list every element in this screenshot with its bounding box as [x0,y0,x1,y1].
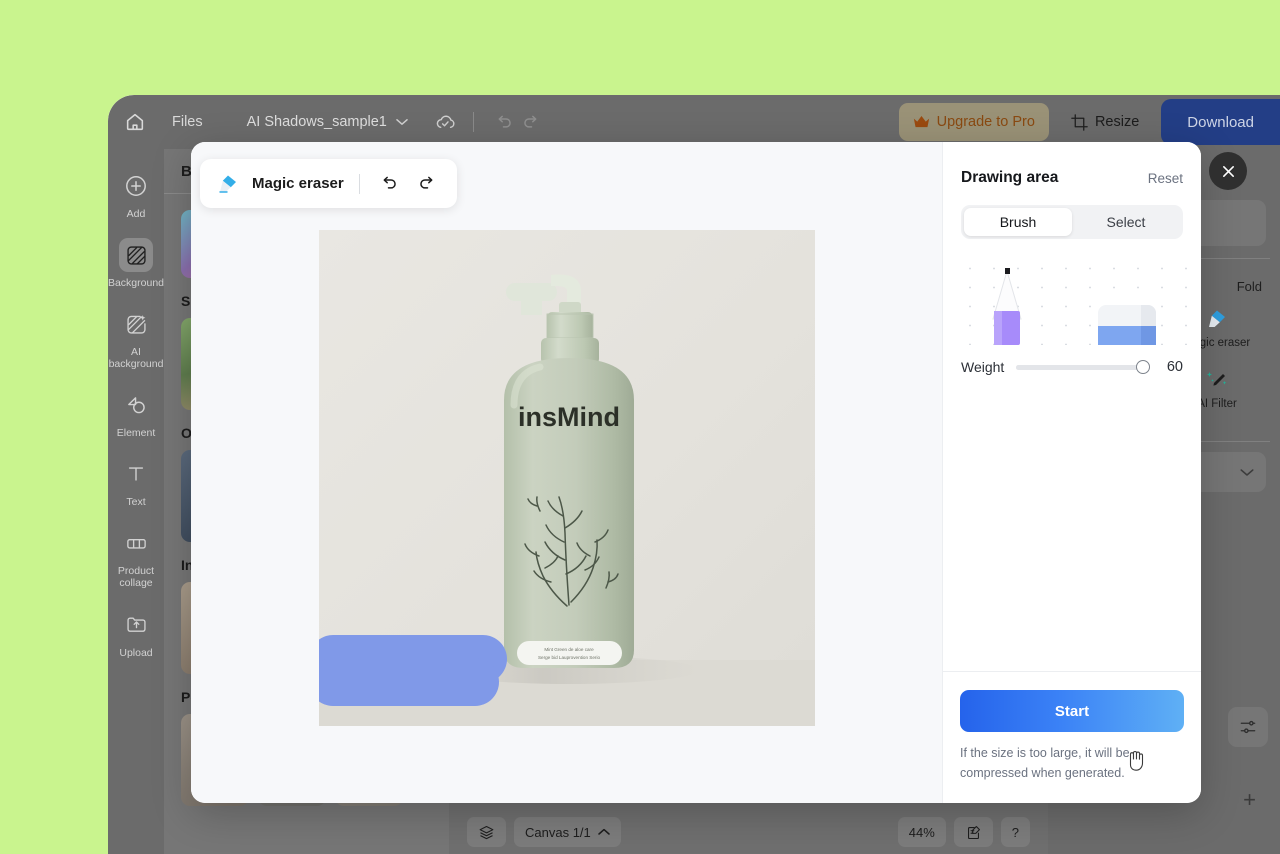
help-label: ? [1011,824,1019,840]
sidebar-label: Product collage [117,565,155,590]
slider-thumb[interactable] [1136,360,1150,374]
cloud-check-icon[interactable] [434,111,457,134]
sidebar-label: Add [126,208,146,220]
label-line-1: Mint Green de aloe care [544,647,594,652]
label-line-2: Serge bid Lauprovention Serio [538,655,601,660]
hatch-sparkle-icon [119,307,153,341]
tool-label: AI Filter [1197,397,1237,410]
file-name-label[interactable]: AI Shadows_sample1 [247,114,387,130]
magic-eraser-toolbar: Magic eraser [200,159,457,208]
start-note: If the size is too large, it will be com… [960,746,1130,780]
sidebar-label: Background [108,277,165,290]
pencil-icon [992,268,1022,345]
reset-button[interactable]: Reset [1148,171,1183,186]
top-right-actions: Upgrade to Pro Resize Download [898,95,1280,149]
crop-icon [1071,113,1088,131]
top-toolbar: Files AI Shadows_sample1 Upgrade to Pro … [108,95,1280,149]
panel-header: Drawing area Reset [943,142,1201,187]
files-menu[interactable]: Files [162,114,213,130]
sidebar-item-upload[interactable]: Upload [108,600,164,669]
plus-icon[interactable]: + [1243,787,1256,813]
zoom-level[interactable]: 44% [897,817,946,847]
download-button[interactable]: Download [1161,99,1280,145]
weight-label: Weight [961,359,1005,375]
modal-canvas-side: Magic eraser insMind Mint Green de aloe … [191,142,942,803]
ai-filter-icon [1204,367,1230,393]
weight-slider[interactable] [1016,360,1150,374]
bottom-toolbar: Canvas 1/1 44% ? [449,810,1048,854]
product-photo: insMind Mint Green de aloe care Serge bi… [319,230,815,726]
sidebar-item-ai-background[interactable]: AI background [108,299,164,380]
tab-select[interactable]: Select [1072,208,1180,236]
sidebar-item-add[interactable]: Add [108,161,164,230]
home-icon[interactable] [108,95,162,149]
crown-icon [913,115,930,129]
magic-eraser-icon [215,171,241,197]
notes-edit-button[interactable] [953,817,993,847]
shapes-icon [119,388,153,422]
layers-icon [478,824,495,841]
magic-eraser-title: Magic eraser [252,175,344,192]
sidebar-item-text[interactable]: Text [108,449,164,518]
bottom-right-controls: 44% ? [897,817,1030,847]
sidebar-label: AI background [108,346,164,371]
tab-brush[interactable]: Brush [964,208,1072,236]
layers-button[interactable] [467,817,506,847]
undo-icon[interactable] [490,108,518,136]
brush-stroke [319,635,507,706]
sidebar-label: Upload [119,646,153,659]
toolbar-divider [472,112,474,132]
mode-tabs: Brush Select [961,205,1183,239]
left-sidebar: Add Background AI background Element Tex… [108,149,164,854]
weight-control: Weight 60 [943,345,1201,375]
canvas-label: Canvas 1/1 [525,824,591,840]
panel-title: Drawing area [961,169,1059,186]
sliders-icon[interactable] [1228,707,1268,747]
undo-icon[interactable] [375,170,403,198]
notes-edit-icon [965,824,982,841]
collage-icon [119,526,153,560]
modal-footer: Start If the size is too large, it will … [943,671,1201,803]
magic-eraser-modal: Magic eraser insMind Mint Green de aloe … [191,142,1201,803]
magic-eraser-icon [1204,306,1230,332]
zoom-value: 44% [908,824,935,840]
chevron-up-icon [598,828,610,836]
brush-preview [951,253,1193,345]
sidebar-item-element[interactable]: Element [108,380,164,449]
resize-button[interactable]: Resize [1071,113,1140,131]
resize-label: Resize [1094,114,1140,130]
plus-circle-icon [119,169,153,203]
eraser-icon [1098,305,1156,345]
upgrade-label: Upgrade to Pro [936,114,1035,130]
brand-text: insMind [518,402,620,432]
sidebar-label: Text [126,496,146,509]
grab-hand-cursor [1126,747,1148,773]
hatch-icon [119,238,153,273]
upgrade-to-pro-button[interactable]: Upgrade to Pro [898,103,1049,141]
help-button[interactable]: ? [1000,817,1030,847]
drawing-area-panel: Drawing area Reset Brush Select Weight 6… [942,142,1201,803]
close-modal-button[interactable] [1209,152,1247,190]
sidebar-label: Element [116,427,156,440]
sidebar-item-product-collage[interactable]: Product collage [108,518,164,599]
download-label: Download [1187,113,1254,131]
weight-value: 60 [1166,359,1183,375]
canvas-selector[interactable]: Canvas 1/1 [514,817,621,847]
sidebar-item-background[interactable]: Background [108,230,164,299]
divider [358,173,360,194]
upload-folder-icon [119,608,153,642]
chevron-down-icon[interactable] [396,118,408,126]
editing-canvas[interactable]: insMind Mint Green de aloe care Serge bi… [319,230,815,726]
redo-icon[interactable] [414,170,442,198]
start-button[interactable]: Start [960,690,1184,733]
redo-icon[interactable] [518,108,546,136]
text-t-icon [119,457,153,491]
chevron-down-icon [1240,468,1254,477]
